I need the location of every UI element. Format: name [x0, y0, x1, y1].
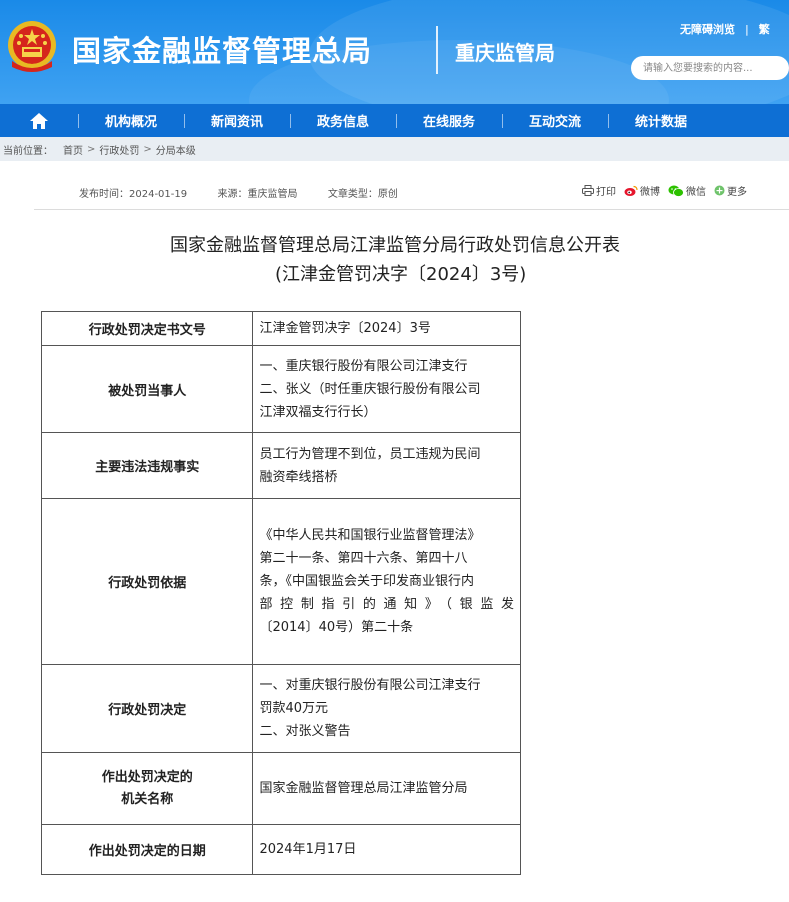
wechat-share-button[interactable]: 微信	[668, 183, 706, 198]
nav-item-statistics[interactable]: 统计数据	[608, 104, 714, 137]
weibo-share-button[interactable]: 微博	[624, 183, 660, 198]
table-row: 作出处罚决定的 机关名称 国家金融监督管理总局江津监管分局	[40, 752, 521, 825]
more-share-button[interactable]: 更多	[714, 183, 747, 198]
more-label: 更多	[727, 187, 747, 198]
site-title[interactable]: 国家金融监督管理总局	[72, 28, 372, 70]
nav-home[interactable]	[0, 104, 78, 137]
value-line: 二、对张义警告	[259, 724, 351, 739]
site-header: 国家金融监督管理总局 重庆监管局 无障碍浏览 | 繁	[0, 0, 789, 104]
national-emblem-icon	[8, 21, 56, 72]
article-source: 来源：重庆监管局	[217, 189, 298, 200]
breadcrumb-home[interactable]: 首页	[63, 142, 83, 157]
breadcrumb-branch[interactable]: 分局本级	[156, 142, 196, 157]
row-value: 江津金管罚决字〔2024〕3号	[252, 311, 521, 346]
nav-item-news[interactable]: 新闻资讯	[184, 104, 290, 137]
value-line: 江津金管罚决字〔2024〕3号	[259, 321, 431, 336]
value-line: 一、重庆银行股份有限公司江津支行	[259, 358, 468, 374]
search-box	[631, 56, 789, 80]
search-input[interactable]	[643, 59, 783, 77]
row-key: 主要违法违规事实	[40, 432, 254, 499]
row-key: 行政处罚决定书文号	[40, 311, 254, 346]
table-row: 行政处罚决定 一、对重庆银行股份有限公司江津支行 罚款40万元 二、对张义警告	[40, 664, 521, 753]
row-key: 行政处罚依据	[40, 498, 254, 665]
link-separator: |	[744, 23, 749, 36]
site-subtitle[interactable]: 重庆监管局	[455, 37, 555, 66]
value-line: 2024年1月17日	[259, 842, 357, 857]
breadcrumb: 当前位置： 首页 > 行政处罚 > 分局本级	[0, 137, 789, 161]
row-value: 国家金融监督管理总局江津监管分局	[252, 752, 521, 825]
publish-time: 发布时间：2024-01-19	[79, 189, 188, 200]
breadcrumb-prefix: 当前位置：	[3, 145, 53, 157]
nav-item-institution[interactable]: 机构概况	[78, 104, 184, 137]
breadcrumb-penalty[interactable]: 行政处罚	[99, 142, 139, 157]
row-value: 一、对重庆银行股份有限公司江津支行 罚款40万元 二、对张义警告	[252, 664, 521, 753]
title-divider	[436, 26, 438, 74]
traditional-chinese-link[interactable]: 繁	[759, 21, 770, 37]
value-line: 一、对重庆银行股份有限公司江津支行	[259, 678, 481, 693]
key-line: 作出处罚决定的	[101, 769, 193, 785]
key-line: 机关名称	[121, 791, 174, 807]
nav-item-government-info[interactable]: 政务信息	[290, 104, 396, 137]
value-line: 江津双福支行行长）	[259, 404, 377, 420]
accessibility-link[interactable]: 无障碍浏览	[680, 21, 735, 37]
table-row: 主要违法违规事实 员工行为管理不到位，员工违规为民间 融资牵线搭桥	[40, 432, 521, 499]
table-row: 行政处罚决定书文号 江津金管罚决字〔2024〕3号	[40, 311, 521, 346]
article-type: 文章类型：原创	[327, 189, 398, 200]
value-line: 〔2014〕40号）第二十条	[259, 620, 414, 635]
value-line: 罚款40万元	[259, 701, 329, 716]
article-meta: 发布时间：2024-01-19 来源：重庆监管局 文章类型：原创	[79, 185, 398, 200]
breadcrumb-separator: >	[87, 143, 96, 155]
top-links: 无障碍浏览 | 繁	[680, 21, 770, 37]
main-nav: 机构概况 新闻资讯 政务信息 在线服务 互动交流 统计数据	[0, 104, 789, 137]
wechat-icon	[668, 185, 684, 197]
article-content: 发布时间：2024-01-19 来源：重庆监管局 文章类型：原创 打印 微博 微…	[0, 161, 789, 902]
nav-item-online-service[interactable]: 在线服务	[396, 104, 502, 137]
row-value: 一、重庆银行股份有限公司江津支行 二、张义（时任重庆银行股份有限公司 江津双福支…	[252, 345, 521, 433]
row-value: 员工行为管理不到位，员工违规为民间 融资牵线搭桥	[252, 432, 521, 499]
document-title-line2: (江津金管罚决字〔2024〕3号)	[275, 264, 527, 285]
nav-item-interaction[interactable]: 互动交流	[502, 104, 608, 137]
row-key: 作出处罚决定的 机关名称	[40, 752, 254, 825]
row-key: 行政处罚决定	[40, 664, 254, 753]
document-title-line1: 国家金融监督管理总局江津监管分局行政处罚信息公开表	[170, 235, 620, 256]
value-line: 部控制指引的通知》（银监发	[259, 597, 514, 612]
plus-circle-icon	[714, 185, 725, 196]
value-line: 二、张义（时任重庆银行股份有限公司	[259, 381, 481, 397]
value-line: 《中华人民共和国银行业监督管理法》	[259, 528, 481, 543]
wechat-label: 微信	[686, 187, 706, 198]
breadcrumb-separator: >	[143, 143, 152, 155]
share-bar: 打印 微博 微信 更多	[582, 183, 755, 198]
weibo-label: 微博	[640, 187, 660, 198]
penalty-info-table: 行政处罚决定书文号 江津金管罚决字〔2024〕3号 被处罚当事人 一、重庆银行股…	[40, 311, 521, 875]
home-icon	[30, 112, 48, 129]
value-line: 员工行为管理不到位，员工违规为民间	[259, 446, 481, 462]
print-button[interactable]: 打印	[582, 183, 616, 198]
value-line: 国家金融监督管理总局江津监管分局	[259, 781, 468, 796]
print-label: 打印	[596, 187, 616, 198]
table-row: 作出处罚决定的日期 2024年1月17日	[40, 824, 521, 875]
table-row: 行政处罚依据 《中华人民共和国银行业监督管理法》 第二十一条、第四十六条、第四十…	[40, 498, 521, 665]
row-key: 作出处罚决定的日期	[40, 824, 254, 875]
weibo-icon	[624, 185, 638, 196]
value-line: 条，《中国银监会关于印发商业银行内	[259, 574, 474, 589]
table-row: 被处罚当事人 一、重庆银行股份有限公司江津支行 二、张义（时任重庆银行股份有限公…	[40, 345, 521, 433]
value-line: 融资牵线搭桥	[259, 469, 338, 485]
row-value: 《中华人民共和国银行业监督管理法》 第二十一条、第四十六条、第四十八 条，《中国…	[252, 498, 521, 665]
row-value: 2024年1月17日	[252, 824, 521, 875]
row-key: 被处罚当事人	[40, 345, 254, 433]
meta-divider	[34, 209, 789, 210]
printer-icon	[582, 185, 594, 196]
value-line: 第二十一条、第四十六条、第四十八	[259, 551, 468, 566]
